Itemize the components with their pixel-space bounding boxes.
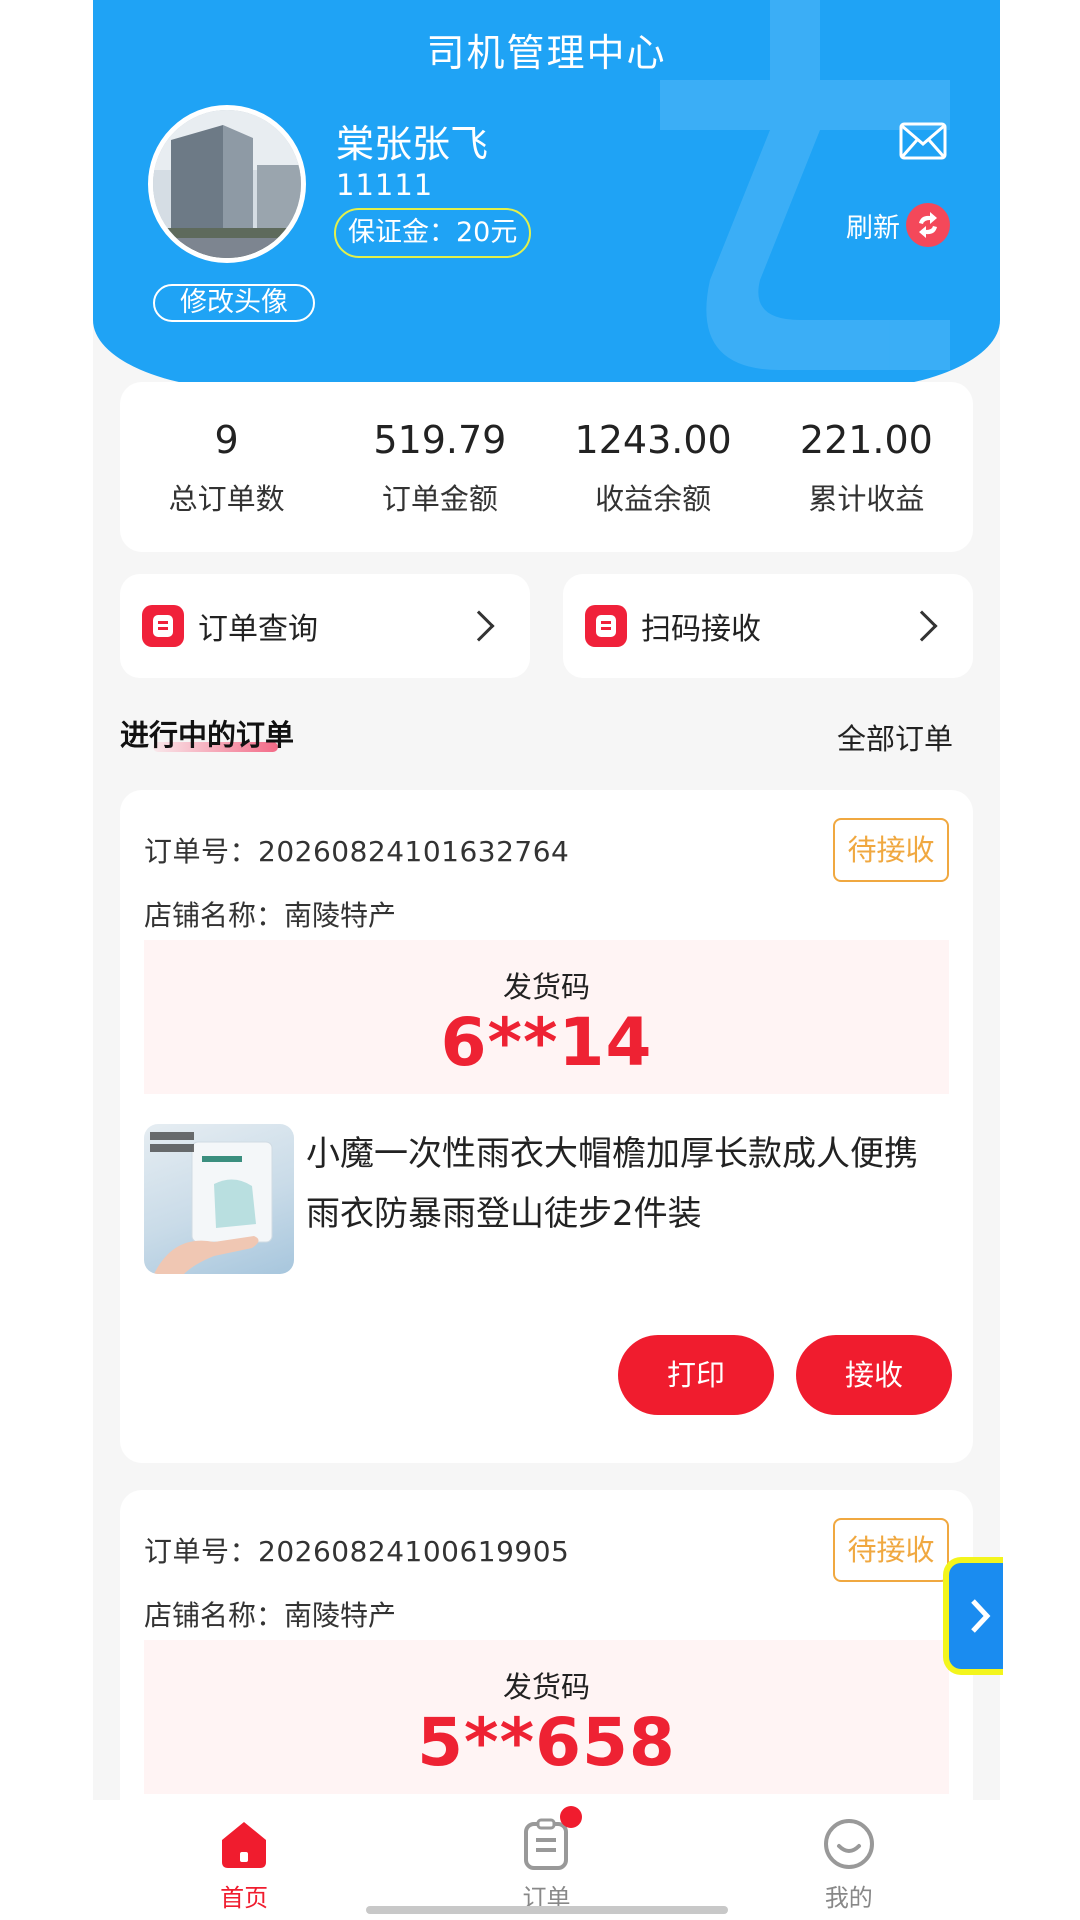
- shipping-code-label: 发货码: [502, 970, 590, 1004]
- user-name: 棠张张飞: [336, 122, 489, 166]
- stat-label: 累计收益: [808, 482, 925, 516]
- deposit-badge: 保证金：20元: [334, 208, 532, 258]
- home-icon: [222, 1822, 267, 1868]
- document-icon: [142, 605, 184, 647]
- chevron-right-icon: [463, 610, 495, 642]
- home-indicator: [366, 1906, 728, 1914]
- nav-label: 首页: [220, 1884, 269, 1912]
- stat-value: 1243.00: [574, 418, 732, 462]
- shipping-code-box: 发货码 5**658: [144, 1640, 949, 1794]
- app-frame: 司机管理中心 修改头像 棠张张飞 11111 保证金：20元 刷新 9 总订单数…: [93, 0, 1000, 1800]
- smiley-icon: [823, 1819, 874, 1869]
- order-query-label: 订单查询: [198, 612, 318, 647]
- order-query-button[interactable]: 订单查询: [120, 574, 530, 678]
- refresh-icon: [906, 203, 950, 247]
- profile-header: 司机管理中心 修改头像 棠张张飞 11111 保证金：20元 刷新: [93, 0, 1000, 390]
- shipping-code: 5**658: [417, 1704, 676, 1781]
- product-image[interactable]: [144, 1124, 294, 1274]
- chevron-right-icon: [971, 1599, 991, 1633]
- page-title: 司机管理中心: [426, 31, 667, 75]
- order-card[interactable]: 订单号：20260824100619905 待接收 店铺名称：南陵特产 发货码 …: [120, 1490, 973, 1800]
- stat-value: 9: [214, 418, 239, 462]
- refresh-label: 刷新: [846, 212, 900, 244]
- stat-label: 收益余额: [595, 482, 712, 516]
- chevron-right-icon: [906, 610, 938, 642]
- all-orders-link[interactable]: 全部订单: [837, 716, 953, 758]
- stat-total-orders[interactable]: 9 总订单数: [120, 382, 333, 552]
- nav-label: 我的: [824, 1884, 873, 1912]
- shipping-code: 6**14: [440, 1004, 653, 1081]
- product-title: 小魔一次性雨衣大帽檐加厚长款成人便携雨衣防暴雨登山徒步2件装: [306, 1134, 918, 1234]
- status-badge: 待接收: [833, 1518, 949, 1582]
- stats-card: 9 总订单数 519.79 订单金额 1243.00 收益余额 221.00 累…: [120, 382, 973, 552]
- bottom-nav: 首页 订单 我的: [93, 1800, 1000, 1920]
- order-number: 订单号：20260824101632764: [144, 835, 570, 868]
- shipping-code-box: 发货码 6**14: [144, 940, 949, 1094]
- stat-value: 519.79: [373, 418, 507, 462]
- status-badge: 待接收: [833, 818, 949, 882]
- order-card[interactable]: 订单号：20260824101632764 待接收 店铺名称：南陵特产 发货码 …: [120, 790, 973, 1463]
- floating-side-tab[interactable]: [943, 1557, 1003, 1675]
- section-title: 进行中的订单: [120, 718, 295, 752]
- order-number: 订单号：20260824100619905: [144, 1535, 570, 1568]
- refresh-button[interactable]: 刷新: [846, 203, 950, 247]
- scan-receive-button[interactable]: 扫码接收: [563, 574, 973, 678]
- stat-value: 221.00: [799, 418, 933, 462]
- nav-item-home[interactable]: 首页: [93, 1800, 395, 1920]
- stat-total-earnings[interactable]: 221.00 累计收益: [760, 382, 973, 552]
- stat-balance[interactable]: 1243.00 收益余额: [547, 382, 760, 552]
- stat-label: 总订单数: [168, 482, 285, 516]
- user-id: 11111: [336, 168, 434, 202]
- avatar[interactable]: [148, 105, 306, 263]
- shop-name: 店铺名称：南陵特产: [144, 1599, 397, 1632]
- stat-label: 订单金额: [381, 482, 498, 516]
- nav-item-orders[interactable]: 订单: [395, 1800, 697, 1920]
- shop-name: 店铺名称：南陵特产: [144, 899, 397, 932]
- accept-button[interactable]: 接收: [796, 1335, 952, 1415]
- document-icon: [585, 605, 627, 647]
- scan-receive-label: 扫码接收: [641, 612, 761, 647]
- print-button[interactable]: 打印: [618, 1335, 774, 1415]
- mail-icon[interactable]: [899, 122, 947, 160]
- avatar-building-image: [153, 110, 301, 258]
- nav-item-mine[interactable]: 我的: [698, 1800, 1000, 1920]
- change-avatar-button[interactable]: 修改头像: [153, 284, 315, 322]
- shipping-code-label: 发货码: [502, 1670, 590, 1704]
- stat-order-amount[interactable]: 519.79 订单金额: [333, 382, 546, 552]
- notification-dot: [560, 1806, 583, 1828]
